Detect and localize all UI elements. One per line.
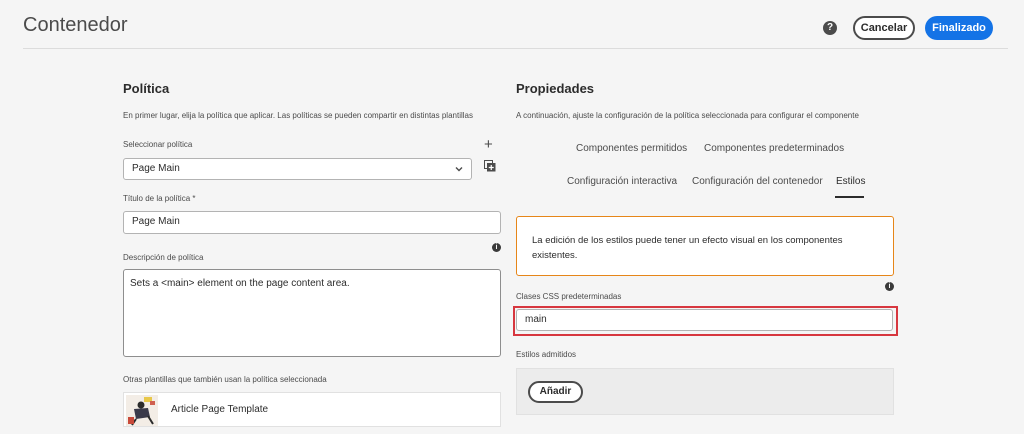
tab-container-settings[interactable]: Configuración del contenedor bbox=[692, 176, 823, 187]
header: Contenedor ? Cancelar Finalizado bbox=[0, 0, 1024, 50]
info-icon[interactable]: i bbox=[885, 282, 894, 291]
other-templates-label: Otras plantillas que también usan la pol… bbox=[123, 375, 327, 384]
policy-section-title: Política bbox=[123, 81, 170, 96]
page-title: Contenedor bbox=[23, 14, 128, 36]
css-classes-input[interactable]: main bbox=[516, 309, 893, 331]
tab-interactive-settings[interactable]: Configuración interactiva bbox=[567, 176, 677, 187]
properties-section-title: Propiedades bbox=[516, 81, 595, 96]
info-icon[interactable]: i bbox=[492, 243, 501, 252]
styles-warning-alert: La edición de los estilos puede tener un… bbox=[516, 216, 894, 276]
duplicate-policy-icon[interactable] bbox=[484, 160, 496, 172]
allowed-styles-panel: Añadir bbox=[516, 368, 894, 415]
tab-default-components[interactable]: Componentes predeterminados bbox=[704, 143, 844, 154]
cancel-button[interactable]: Cancelar bbox=[853, 16, 915, 40]
policy-select[interactable]: Page Main bbox=[123, 158, 472, 180]
template-list-item[interactable]: Article Page Template bbox=[123, 392, 501, 427]
template-name: Article Page Template bbox=[171, 404, 269, 415]
help-icon[interactable]: ? bbox=[823, 21, 837, 35]
template-thumbnail-image bbox=[126, 395, 158, 426]
policy-title-input[interactable]: Page Main bbox=[123, 211, 501, 234]
styles-warning-text: La edición de los estilos puede tener un… bbox=[532, 235, 843, 261]
policy-select-value: Page Main bbox=[132, 163, 180, 174]
tab-allowed-components[interactable]: Componentes permitidos bbox=[576, 143, 687, 154]
add-style-button[interactable]: Añadir bbox=[528, 381, 583, 403]
policy-description-label: Descripción de política bbox=[123, 253, 204, 262]
policy-description-textarea[interactable]: Sets a <main> element on the page conten… bbox=[123, 269, 501, 357]
allowed-styles-label: Estilos admitidos bbox=[516, 350, 577, 359]
policy-title-label: Título de la política * bbox=[123, 194, 196, 203]
header-divider bbox=[23, 48, 1008, 49]
policy-intro: En primer lugar, elija la política que a… bbox=[123, 111, 473, 120]
done-button[interactable]: Finalizado bbox=[925, 16, 993, 40]
chevron-down-icon bbox=[455, 167, 463, 172]
css-classes-label: Clases CSS predeterminadas bbox=[516, 292, 622, 301]
active-tab-indicator bbox=[835, 196, 864, 198]
tab-styles[interactable]: Estilos bbox=[836, 176, 865, 187]
properties-intro: A continuación, ajuste la configuración … bbox=[516, 111, 859, 120]
add-policy-icon[interactable]: + bbox=[484, 137, 493, 152]
select-policy-label: Seleccionar política bbox=[123, 140, 193, 149]
